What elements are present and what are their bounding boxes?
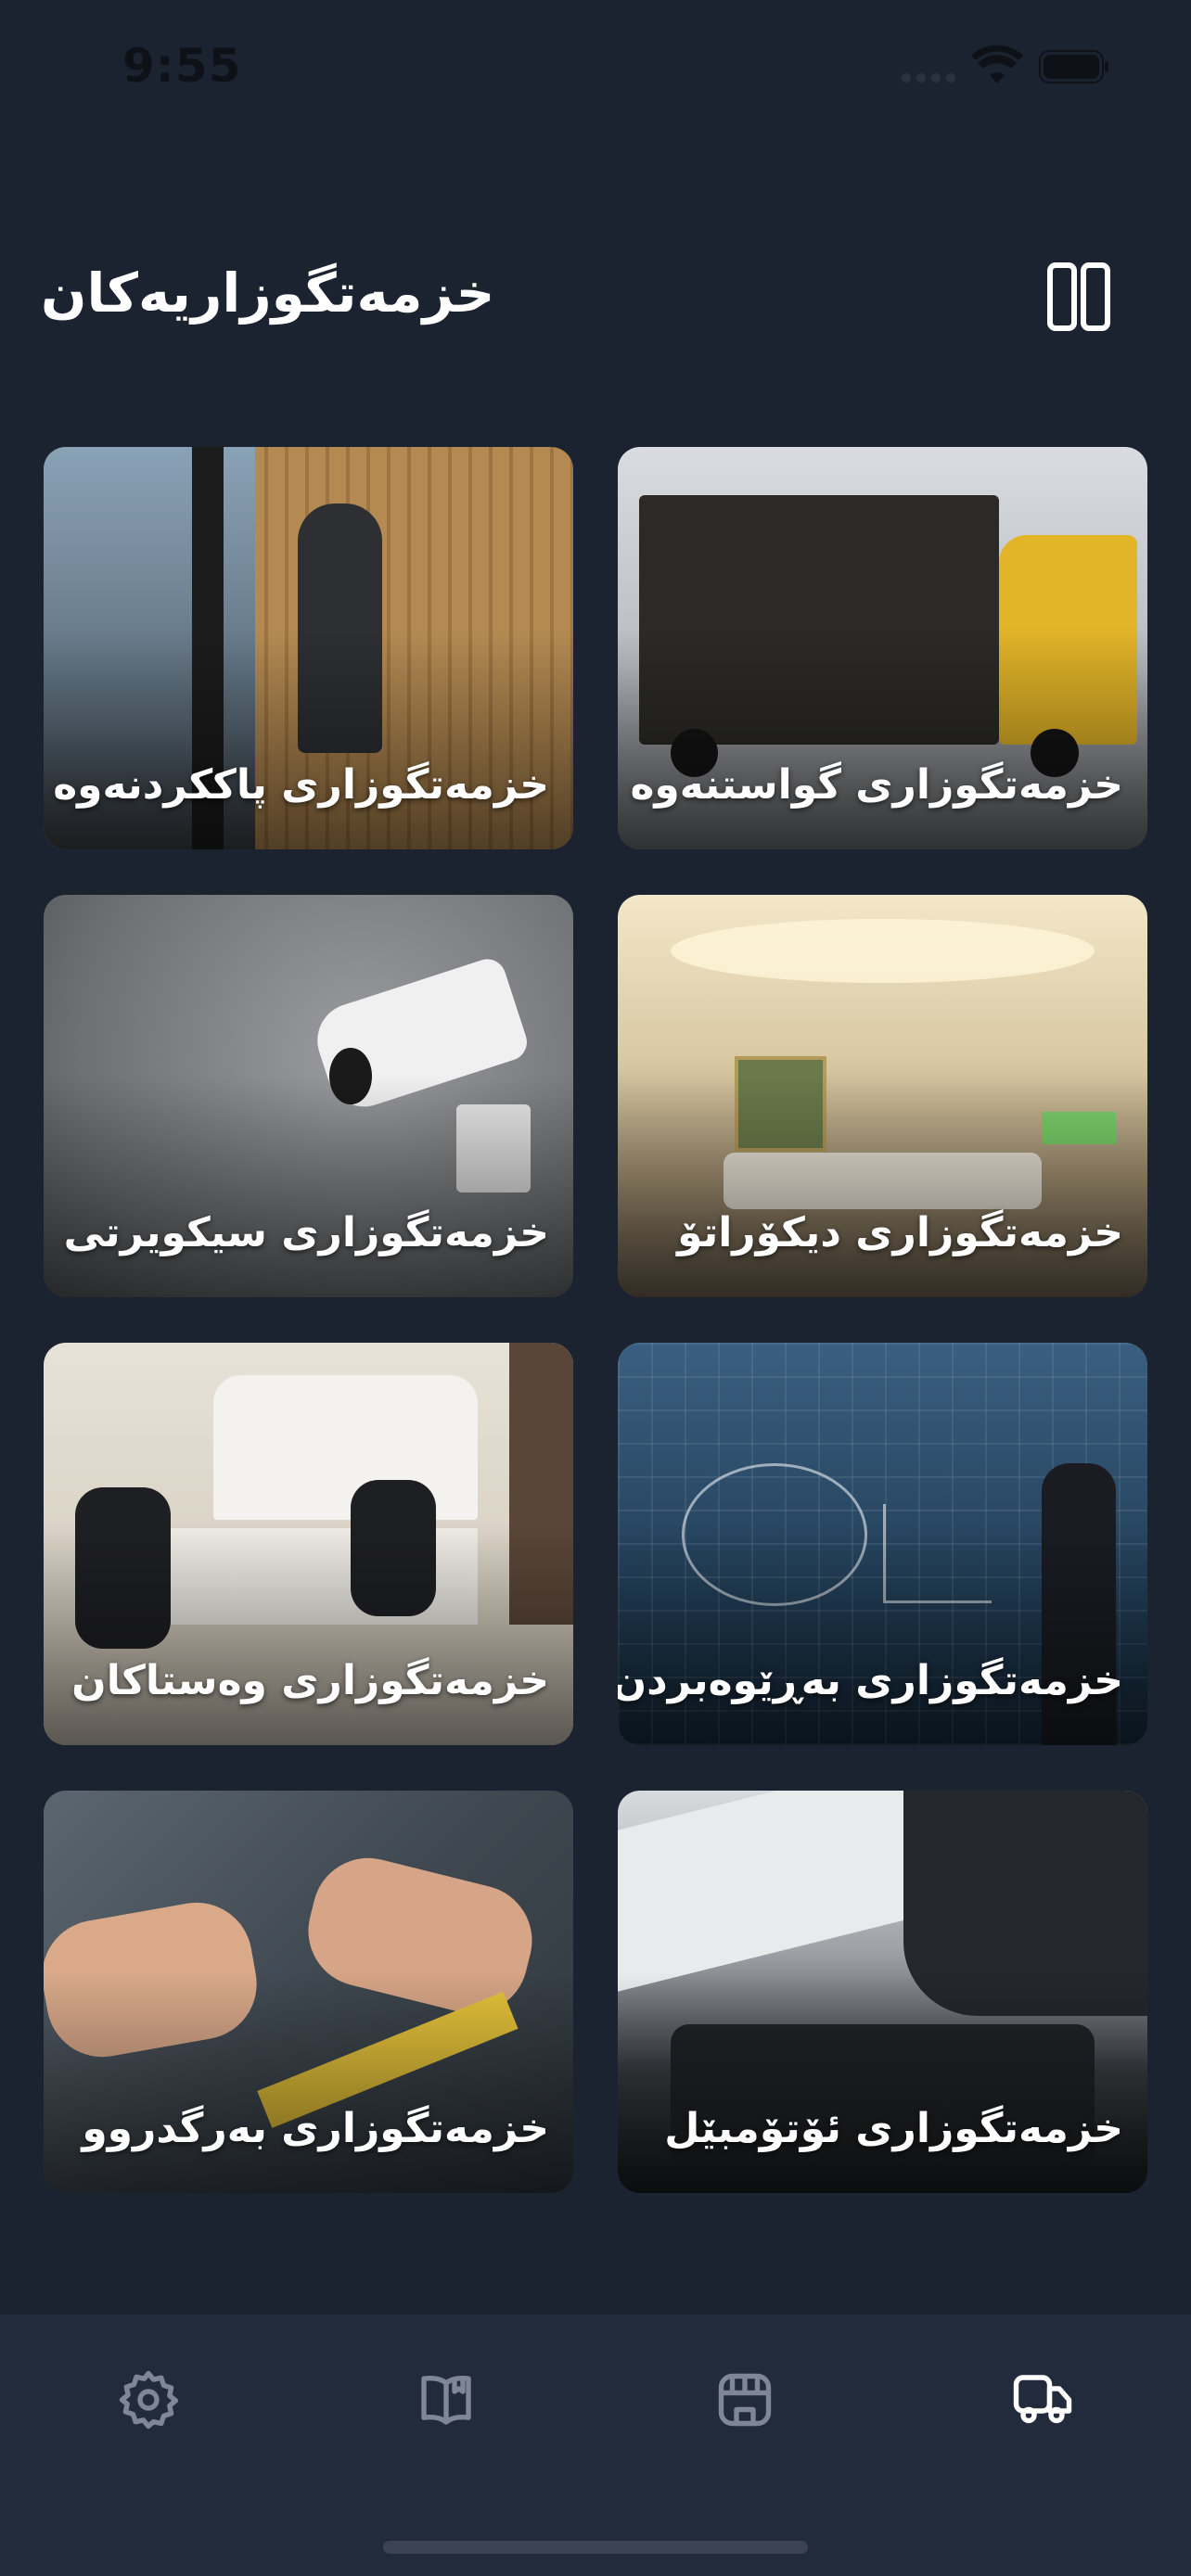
service-label: خزمەتگوزاری گواستنەوە	[630, 761, 1123, 809]
tab-settings[interactable]	[115, 2366, 182, 2433]
status-time: 9:55	[122, 39, 242, 93]
tab-store[interactable]	[711, 2366, 778, 2433]
service-label: خزمەتگوزاری بەرگدروو	[82, 2105, 549, 2152]
columns-icon[interactable]	[1046, 261, 1111, 332]
service-label: خزمەتگوزاری وەستاکان	[71, 1657, 549, 1704]
gear-icon	[119, 2370, 179, 2429]
home-indicator	[383, 2541, 808, 2554]
cellular-signal-icon	[902, 69, 961, 86]
service-label: خزمەتگوزاری بەڕێوەبردن	[618, 1657, 1123, 1704]
service-card-cleaning[interactable]: خزمەتگوزاری پاککردنەوە	[44, 447, 573, 849]
service-label: خزمەتگوزاری سیکویرتی	[63, 1209, 549, 1256]
page-title: خزمەتگوزاریەکان	[41, 261, 495, 325]
service-card-management[interactable]: خزمەتگوزاری بەڕێوەبردن	[618, 1343, 1147, 1745]
service-card-security[interactable]: خزمەتگوزاری سیکویرتی	[44, 895, 573, 1297]
service-card-moving[interactable]: خزمەتگوزاری گواستنەوە	[618, 447, 1147, 849]
truck-icon	[1013, 2375, 1072, 2424]
service-card-tailoring[interactable]: خزمەتگوزاری بەرگدروو	[44, 1791, 573, 2193]
status-bar: 9:55	[0, 0, 1191, 130]
service-card-decor[interactable]: خزمەتگوزاری دیکۆراتۆ	[618, 895, 1147, 1297]
tab-bar	[0, 2315, 1191, 2576]
service-label: خزمەتگوزاری ئۆتۆمبێل	[664, 2105, 1123, 2152]
battery-icon	[1039, 50, 1108, 83]
service-card-car[interactable]: خزمەتگوزاری ئۆتۆمبێل	[618, 1791, 1147, 2193]
store-icon	[718, 2373, 772, 2427]
tab-book[interactable]	[413, 2366, 480, 2433]
page-header: خزمەتگوزاریەکان	[0, 241, 1191, 352]
wifi-icon	[971, 45, 1023, 83]
service-label: خزمەتگوزاری پاککردنەوە	[53, 761, 549, 809]
service-card-craftsmen[interactable]: خزمەتگوزاری وەستاکان	[44, 1343, 573, 1745]
tab-services[interactable]	[1009, 2366, 1076, 2433]
book-icon	[421, 2376, 471, 2425]
service-label: خزمەتگوزاری دیکۆراتۆ	[677, 1209, 1123, 1256]
